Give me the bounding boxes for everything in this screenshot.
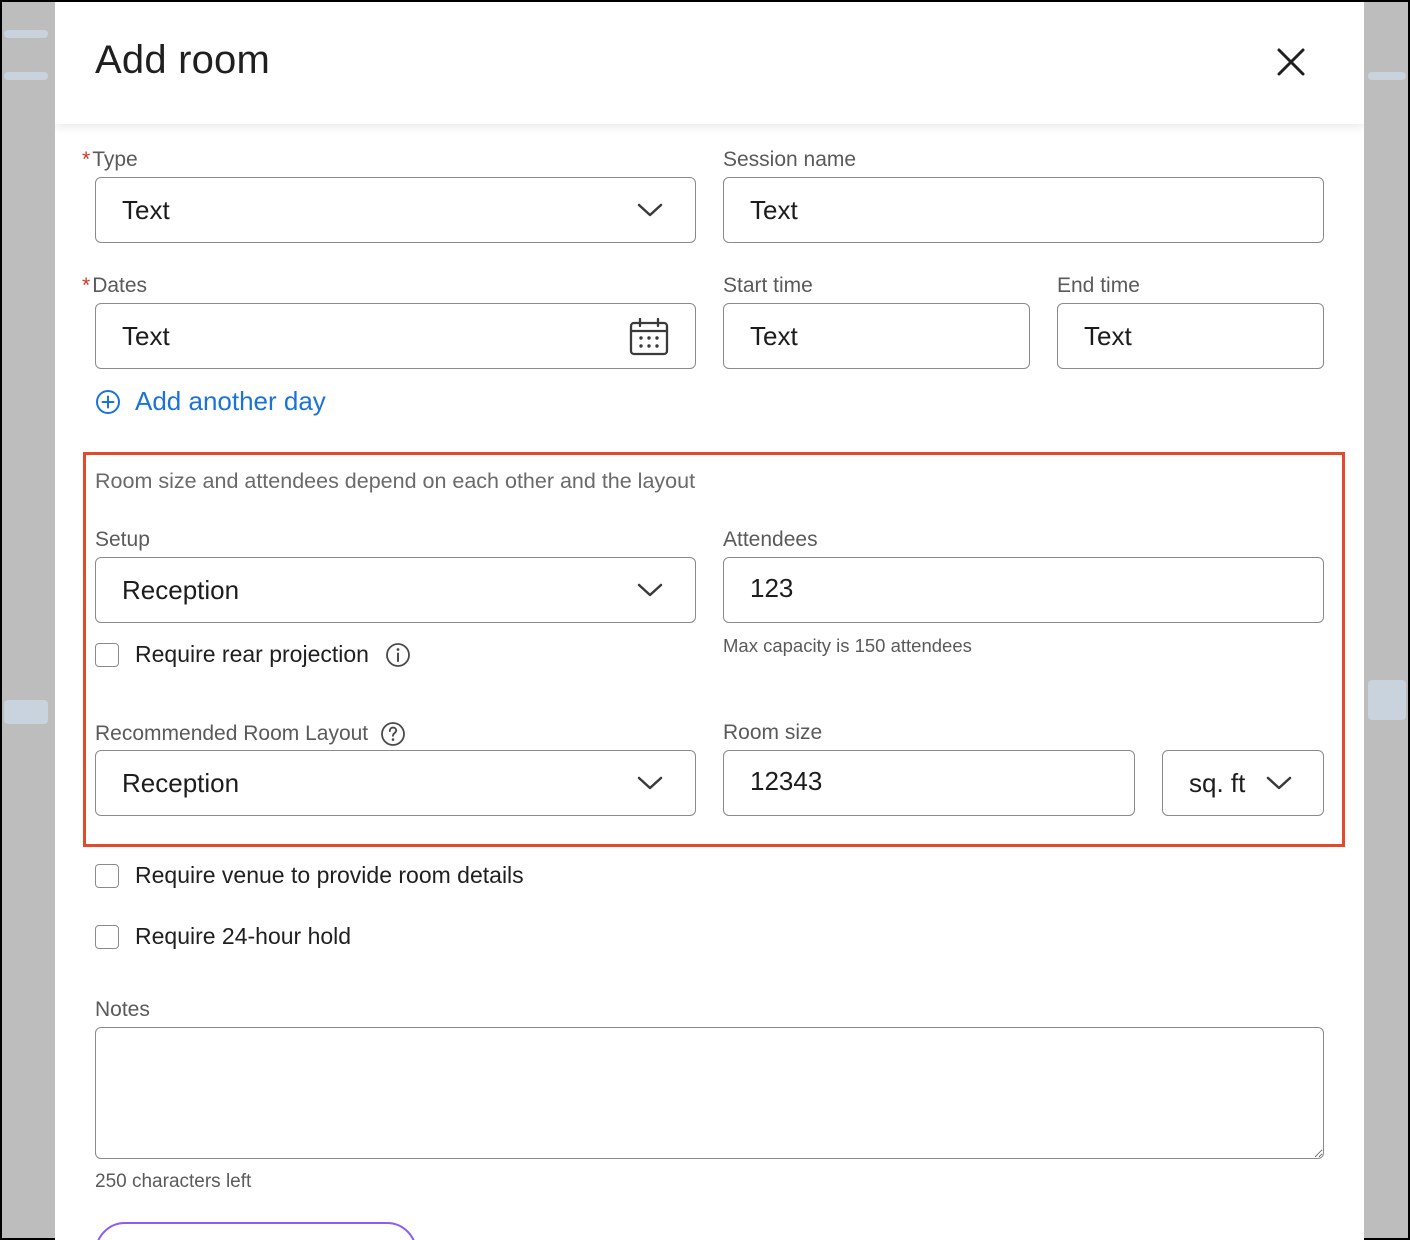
backdrop-shape xyxy=(4,30,48,38)
room-size-value: 12343 xyxy=(750,766,823,796)
type-select[interactable]: Text xyxy=(95,177,696,243)
attendees-capacity-help: Max capacity is 150 attendees xyxy=(723,635,972,656)
end-time-value: Text xyxy=(1084,321,1132,351)
recommended-layout-label: Recommended Room Layout xyxy=(95,722,369,745)
venue-details-row: Require venue to provide room details xyxy=(95,862,524,889)
dialog-title: Add room xyxy=(95,38,271,82)
hold-24h-row: Require 24-hour hold xyxy=(95,923,351,950)
room-size-unit-value: sq. ft xyxy=(1189,768,1246,798)
rear-projection-checkbox[interactable] xyxy=(95,642,119,667)
add-circle-icon xyxy=(96,389,120,414)
calendar-icon[interactable] xyxy=(629,318,669,356)
room-section-hint: Room size and attendees depend on each o… xyxy=(95,469,696,493)
add-room-dialog: Add room *Type Text Session name Text *D… xyxy=(55,2,1364,1240)
close-icon[interactable] xyxy=(1275,46,1307,78)
recommended-layout-label-row: Recommended Room Layout xyxy=(95,721,406,747)
backdrop-shape xyxy=(1368,680,1406,720)
chevron-down-icon xyxy=(637,203,663,217)
end-time-input[interactable]: Text xyxy=(1057,303,1324,369)
footer-button[interactable] xyxy=(95,1222,417,1240)
room-size-unit-select[interactable]: sq. ft xyxy=(1162,750,1324,816)
dates-value: Text xyxy=(122,321,170,351)
notes-label: Notes xyxy=(95,998,150,1021)
chevron-down-icon xyxy=(1266,776,1292,790)
setup-value: Reception xyxy=(122,575,240,605)
required-marker: * xyxy=(82,148,91,171)
session-name-label: Session name xyxy=(723,148,857,171)
notes-textarea[interactable] xyxy=(95,1027,1324,1159)
start-time-value: Text xyxy=(750,321,798,351)
rear-projection-row: Require rear projection xyxy=(95,641,411,668)
add-another-day-label: Add another day xyxy=(135,386,326,416)
session-name-value: Text xyxy=(750,195,798,225)
type-label: *Type xyxy=(82,148,138,171)
dates-input[interactable]: Text xyxy=(95,303,696,369)
backdrop-shape xyxy=(4,72,48,80)
hold-24h-label: Require 24-hour hold xyxy=(135,923,352,949)
attendees-label: Attendees xyxy=(723,528,818,551)
dates-label: *Dates xyxy=(82,274,148,297)
venue-details-checkbox[interactable] xyxy=(95,863,119,888)
recommended-layout-select[interactable]: Reception xyxy=(95,750,696,816)
rear-projection-label: Require rear projection xyxy=(135,641,369,667)
info-icon[interactable] xyxy=(385,642,411,668)
attendees-value: 123 xyxy=(750,573,794,603)
setup-select[interactable]: Reception xyxy=(95,557,696,623)
start-time-label: Start time xyxy=(723,274,813,297)
backdrop-shape xyxy=(1368,72,1406,80)
chevron-down-icon xyxy=(637,583,663,597)
backdrop-shape xyxy=(4,700,48,724)
chevron-down-icon xyxy=(637,776,663,790)
hold-24h-checkbox[interactable] xyxy=(95,924,119,949)
start-time-input[interactable]: Text xyxy=(723,303,1030,369)
attendees-input[interactable]: 123 xyxy=(723,557,1324,623)
required-marker: * xyxy=(82,274,91,297)
venue-details-label: Require venue to provide room details xyxy=(135,862,524,888)
setup-label: Setup xyxy=(95,528,150,551)
session-name-input[interactable]: Text xyxy=(723,177,1324,243)
help-icon[interactable] xyxy=(380,721,406,747)
type-value: Text xyxy=(122,195,170,225)
dialog-header: Add room xyxy=(55,2,1364,124)
recommended-layout-value: Reception xyxy=(122,768,240,798)
add-another-day-link[interactable]: Add another day xyxy=(95,386,326,417)
end-time-label: End time xyxy=(1057,274,1140,297)
notes-character-counter: 250 characters left xyxy=(95,1171,252,1192)
room-size-label: Room size xyxy=(723,721,823,744)
room-size-input[interactable]: 12343 xyxy=(723,750,1135,816)
